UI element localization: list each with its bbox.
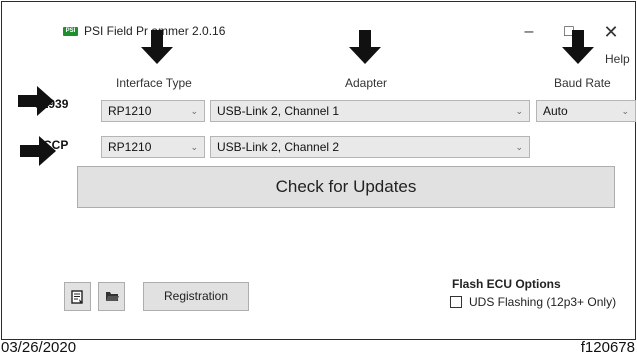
- document-button[interactable]: [64, 282, 91, 311]
- j1939-adapter-select[interactable]: USB-Link 2, Channel 1 ⌄: [210, 100, 530, 122]
- arrow-down-interface-icon: [141, 30, 173, 64]
- arrow-down-adapter-icon: [349, 30, 381, 64]
- folder-icon: [106, 292, 119, 301]
- figure-date: 03/26/2020: [1, 339, 77, 356]
- j1939-baud-value: Auto: [543, 104, 568, 118]
- j1939-baud-select[interactable]: Auto ⌄: [536, 100, 636, 122]
- j1939-adapter-value: USB-Link 2, Channel 1: [217, 104, 340, 118]
- arrow-right-j1939-icon: [18, 86, 54, 116]
- j1939-interface-value: RP1210: [108, 104, 152, 118]
- chevron-down-icon: ⌄: [621, 106, 629, 116]
- chevron-down-icon: ⌄: [515, 106, 523, 116]
- close-button[interactable]: ✕: [597, 20, 625, 44]
- j1939-interface-select[interactable]: RP1210 ⌄: [101, 100, 205, 122]
- help-menu[interactable]: Help: [605, 52, 630, 66]
- chevron-down-icon: ⌄: [190, 142, 198, 152]
- check-for-updates-button[interactable]: Check for Updates: [77, 166, 615, 208]
- adapter-header: Adapter: [345, 76, 388, 90]
- registration-button[interactable]: Registration: [143, 282, 249, 311]
- folder-button[interactable]: [98, 282, 125, 311]
- baud-rate-header: Baud Rate: [554, 76, 611, 90]
- arrow-right-ccp-icon: [20, 136, 56, 166]
- ccp-adapter-value: USB-Link 2, Channel 2: [217, 140, 340, 154]
- flash-ecu-options-title: Flash ECU Options: [452, 277, 561, 291]
- ccp-interface-select[interactable]: RP1210 ⌄: [101, 136, 205, 158]
- interface-type-header: Interface Type: [116, 76, 192, 90]
- title-bar: PSI PSI Field Pr ammer 2.0.16 – □ ✕: [49, 16, 635, 48]
- uds-flashing-label: UDS Flashing (12p3+ Only): [469, 295, 617, 309]
- ccp-interface-value: RP1210: [108, 140, 152, 154]
- document-icon: [71, 290, 83, 304]
- app-logo-icon: PSI: [63, 27, 78, 36]
- minimize-button[interactable]: –: [515, 20, 543, 44]
- chevron-down-icon: ⌄: [515, 142, 523, 152]
- figure-reference: f120678: [580, 339, 635, 356]
- arrow-down-baud-icon: [562, 30, 594, 64]
- chevron-down-icon: ⌄: [190, 106, 198, 116]
- ccp-adapter-select[interactable]: USB-Link 2, Channel 2 ⌄: [210, 136, 530, 158]
- uds-flashing-checkbox[interactable]: [450, 296, 462, 308]
